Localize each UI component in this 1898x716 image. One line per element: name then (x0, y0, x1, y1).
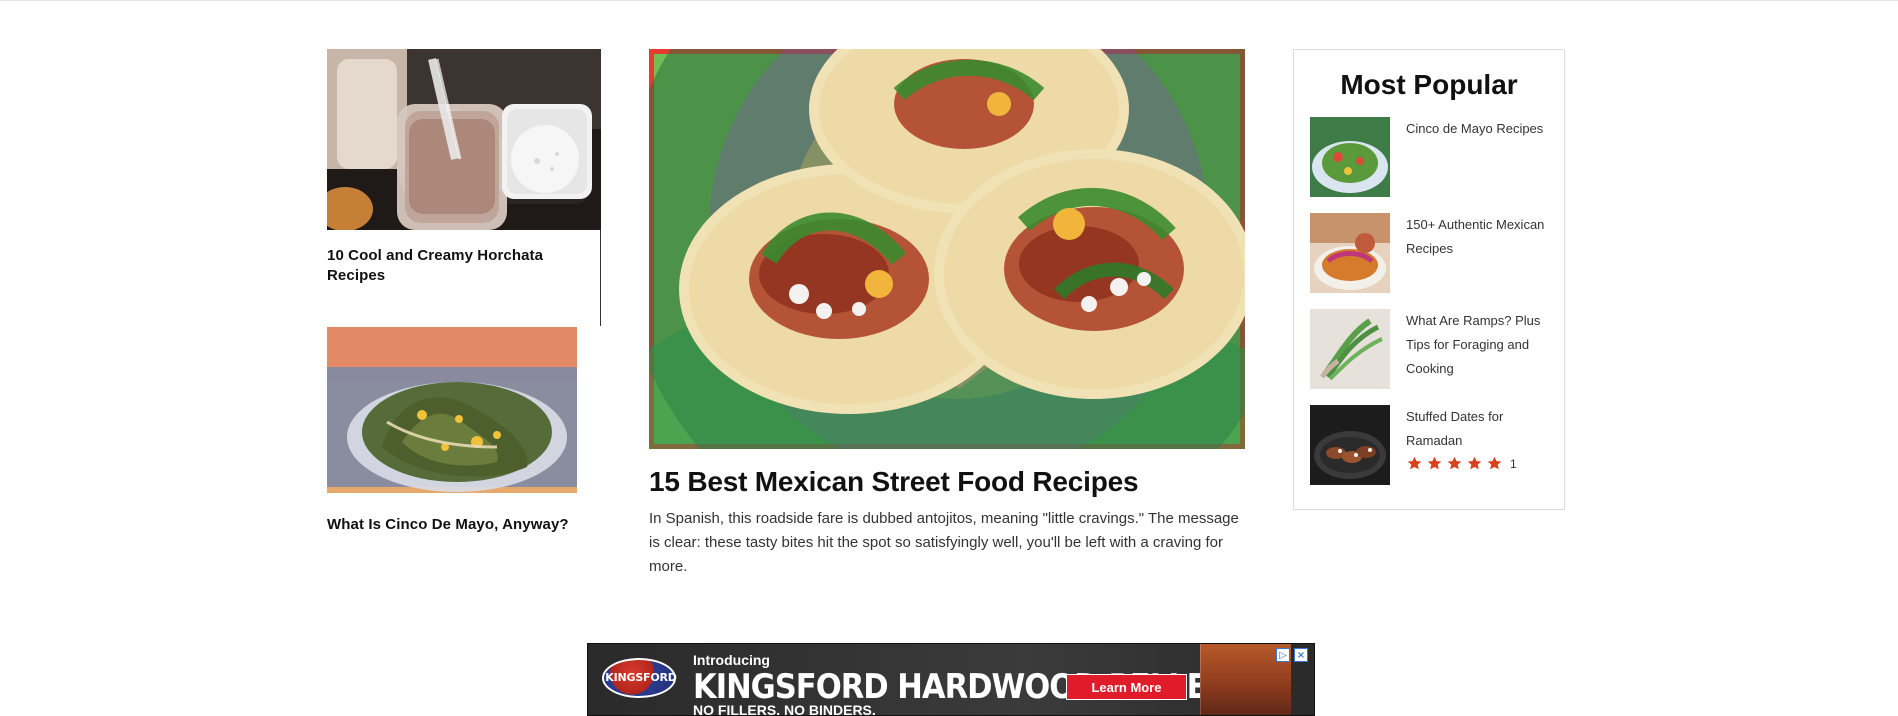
featured-description: In Spanish, this roadside fare is dubbed… (649, 510, 1239, 575)
rating-count: 1 (1510, 456, 1517, 471)
kingsford-logo-text: KINGSFORD (605, 671, 677, 684)
taco-right (934, 149, 1245, 399)
featured-image[interactable] (649, 49, 1245, 449)
ad-intro: Introducing (693, 652, 770, 668)
rating: 1 (1406, 455, 1517, 472)
popular-thumbnail[interactable] (1310, 213, 1390, 293)
featured-article[interactable]: 15 Best Mexican Street Food Recipes In S… (649, 49, 1245, 579)
featured-title[interactable]: 15 Best Mexican Street Food Recipes (649, 465, 1245, 499)
star-icon (1427, 456, 1442, 470)
left-article-title[interactable]: What Is Cinco De Mayo, Anyway? (327, 515, 601, 535)
ad-learn-more-button[interactable]: Learn More (1066, 674, 1187, 700)
cinco-image[interactable] (327, 327, 577, 493)
left-article-title[interactable]: 10 Cool and Creamy Horchata Recipes (327, 246, 601, 286)
adchoices-icon[interactable]: ▷ (1276, 648, 1290, 662)
popular-thumbnail[interactable] (1310, 309, 1390, 389)
page: 10 Cool and Creamy Horchata Recipes What… (0, 0, 1898, 716)
popular-item-title[interactable]: Cinco de Mayo Recipes (1406, 117, 1550, 141)
popular-item-title[interactable]: What Are Ramps? Plus Tips for Foraging a… (1406, 309, 1550, 381)
left-article-card-horchata[interactable]: 10 Cool and Creamy Horchata Recipes (327, 49, 601, 286)
left-card-divider (600, 230, 601, 326)
most-popular-sidebar: Most Popular Cinco de Mayo Recipes 150+ … (1293, 49, 1565, 510)
most-popular-title: Most Popular (1340, 69, 1518, 100)
popular-item-title[interactable]: 150+ Authentic Mexican Recipes (1406, 213, 1550, 261)
popular-thumbnail[interactable] (1310, 117, 1390, 197)
ad-subline: NO FILLERS. NO BINDERS. (693, 702, 876, 716)
popular-item[interactable]: Stuffed Dates for Ramadan 1 (1310, 405, 1550, 485)
popular-item[interactable]: Cinco de Mayo Recipes (1310, 117, 1550, 197)
close-icon[interactable]: × (1294, 648, 1308, 662)
horchata-image[interactable] (327, 49, 601, 230)
left-article-card-cinco[interactable]: What Is Cinco De Mayo, Anyway? (327, 327, 601, 535)
popular-item[interactable]: What Are Ramps? Plus Tips for Foraging a… (1310, 309, 1550, 389)
star-icon (1487, 456, 1502, 470)
star-icon (1447, 456, 1462, 470)
top-divider (0, 0, 1898, 1)
ad-choice-controls[interactable]: ▷ × (1276, 648, 1308, 662)
popular-item[interactable]: 150+ Authentic Mexican Recipes (1310, 213, 1550, 293)
popular-thumbnail[interactable] (1310, 405, 1390, 485)
star-icon (1407, 456, 1422, 470)
star-icon (1467, 456, 1482, 470)
kingsford-logo: KINGSFORD (602, 658, 677, 698)
popular-item-title[interactable]: Stuffed Dates for Ramadan (1406, 405, 1550, 453)
advertisement-banner[interactable]: KINGSFORD Introducing KINGSFORD HARDWOOD… (587, 643, 1315, 716)
